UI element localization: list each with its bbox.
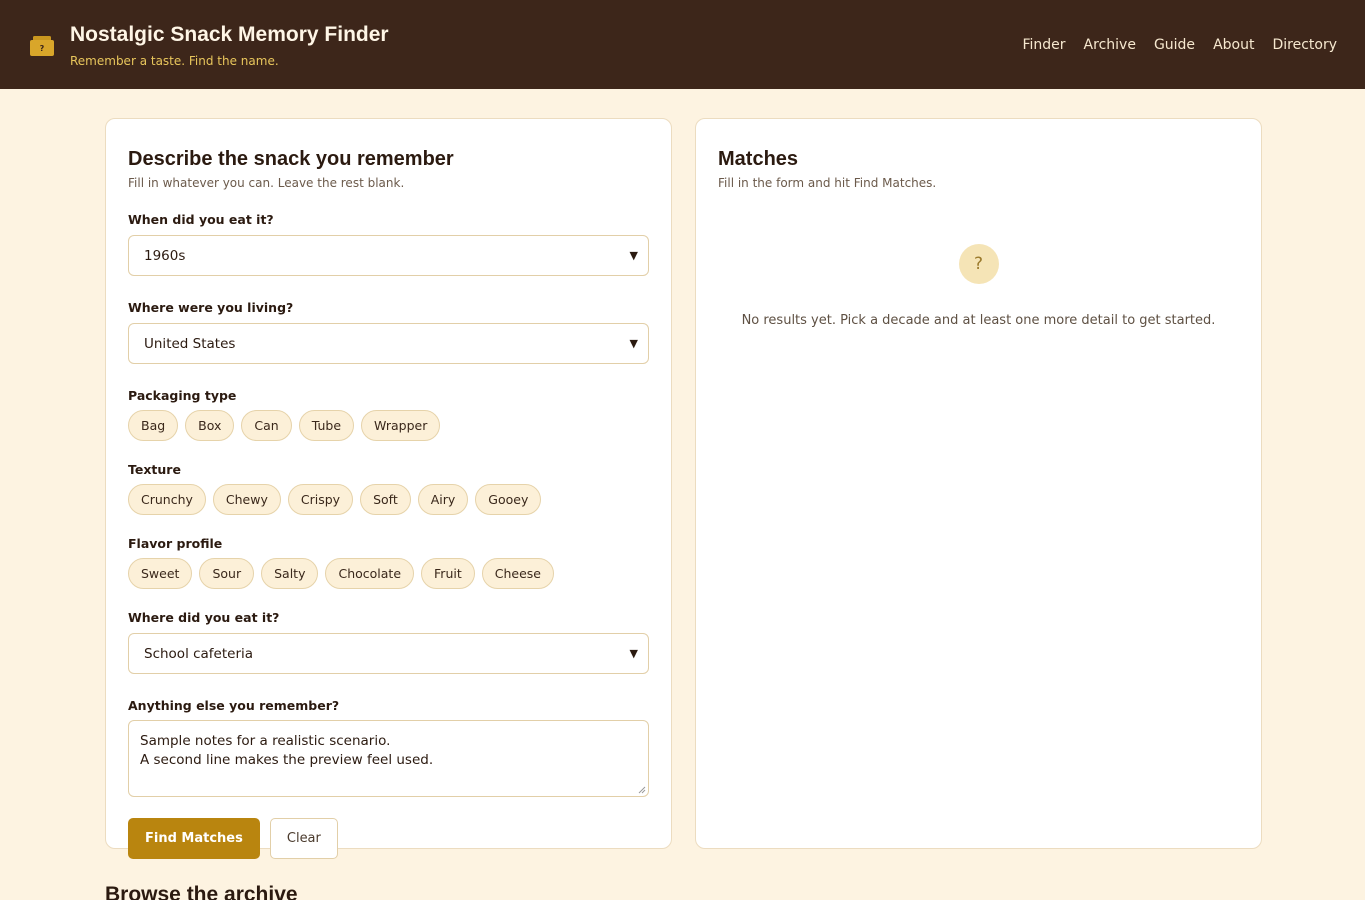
snack-box-icon: ? <box>30 35 54 56</box>
location-select[interactable]: United States ▼ <box>128 323 649 364</box>
matches-subtitle: Fill in the form and hit Find Matches. <box>718 176 937 190</box>
find-matches-button[interactable]: Find Matches <box>128 818 260 859</box>
app-title: Nostalgic Snack Memory Finder <box>70 22 389 46</box>
nav-archive[interactable]: Archive <box>1084 37 1136 53</box>
resize-handle-icon[interactable] <box>638 786 646 794</box>
chip-airy[interactable]: Airy <box>417 484 469 515</box>
chip-chocolate[interactable]: Chocolate <box>325 558 415 589</box>
main-nav: Finder Archive Guide About Directory <box>1022 37 1337 53</box>
form-title: Describe the snack you remember <box>128 148 454 170</box>
texture-label: Texture <box>128 462 181 477</box>
chip-box[interactable]: Box <box>185 410 235 441</box>
chip-sour[interactable]: Sour <box>199 558 255 589</box>
chip-bag[interactable]: Bag <box>128 410 179 441</box>
chip-gooey[interactable]: Gooey <box>475 484 542 515</box>
chip-soft[interactable]: Soft <box>360 484 411 515</box>
main-content: Describe the snack you remember Fill in … <box>105 118 1262 859</box>
chip-fruit[interactable]: Fruit <box>421 558 475 589</box>
texture-group: Texture Crunchy Chewy Crispy Soft Airy G… <box>128 462 649 515</box>
packaging-group: Packaging type Bag Box Can Tube Wrapper <box>128 388 649 441</box>
nav-guide[interactable]: Guide <box>1154 37 1195 53</box>
nav-finder[interactable]: Finder <box>1022 37 1065 53</box>
empty-state-text: No results yet. Pick a decade and at lea… <box>741 313 1216 328</box>
flavor-label: Flavor profile <box>128 536 223 551</box>
clear-button[interactable]: Clear <box>269 818 338 859</box>
chip-crispy[interactable]: Crispy <box>287 484 354 515</box>
packaging-chips: Bag Box Can Tube Wrapper <box>128 410 649 441</box>
place-label: Where did you eat it? <box>128 610 280 625</box>
app-tagline: Remember a taste. Find the name. <box>70 53 279 68</box>
question-mark-icon: ? <box>958 244 999 284</box>
chip-can[interactable]: Can <box>241 410 292 441</box>
flavor-group: Flavor profile Sweet Sour Salty Chocolat… <box>128 536 649 589</box>
decade-group: When did you eat it? 1960s ▼ <box>128 212 649 276</box>
packaging-label: Packaging type <box>128 388 237 403</box>
chevron-down-icon: ▼ <box>629 337 638 350</box>
chip-crunchy[interactable]: Crunchy <box>128 484 206 515</box>
decade-value: 1960s <box>144 247 186 264</box>
notes-line-2: A second line makes the preview feel use… <box>140 752 434 768</box>
chip-salty[interactable]: Salty <box>261 558 319 589</box>
archive-heading: Browse the archive <box>105 883 298 900</box>
chip-sweet[interactable]: Sweet <box>128 558 193 589</box>
texture-chips: Crunchy Chewy Crispy Soft Airy Gooey <box>128 484 649 515</box>
location-value: United States <box>144 335 236 352</box>
nav-about[interactable]: About <box>1213 37 1254 53</box>
chevron-down-icon: ▼ <box>629 647 638 660</box>
location-group: Where were you living? United States ▼ <box>128 300 649 364</box>
chip-chewy[interactable]: Chewy <box>212 484 281 515</box>
empty-state: ? No results yet. Pick a decade and at l… <box>718 244 1239 328</box>
form-actions: Find Matches Clear <box>128 818 649 859</box>
location-label: Where were you living? <box>128 300 294 315</box>
nav-directory[interactable]: Directory <box>1272 37 1337 53</box>
notes-group: Anything else you remember? Sample notes… <box>128 698 649 797</box>
chip-tube[interactable]: Tube <box>298 410 355 441</box>
chevron-down-icon: ▼ <box>629 249 638 262</box>
decade-select[interactable]: 1960s ▼ <box>128 235 649 276</box>
form-subtitle: Fill in whatever you can. Leave the rest… <box>128 176 405 190</box>
place-value: School cafeteria <box>144 645 254 662</box>
notes-textarea[interactable]: Sample notes for a realistic scenario. A… <box>128 720 649 797</box>
logo-mark: ? <box>40 44 45 53</box>
place-select[interactable]: School cafeteria ▼ <box>128 633 649 674</box>
chip-cheese[interactable]: Cheese <box>481 558 554 589</box>
snack-form-card: Describe the snack you remember Fill in … <box>105 118 672 859</box>
notes-line-1: Sample notes for a realistic scenario. <box>140 733 391 749</box>
notes-label: Anything else you remember? <box>128 698 340 713</box>
matches-title: Matches <box>718 148 799 170</box>
place-group: Where did you eat it? School cafeteria ▼ <box>128 610 649 674</box>
chip-wrapper[interactable]: Wrapper <box>361 410 441 441</box>
matches-card: Matches Fill in the form and hit Find Ma… <box>695 118 1262 849</box>
app-header: ? Nostalgic Snack Memory Finder Remember… <box>0 0 1365 89</box>
brand: Nostalgic Snack Memory Finder Remember a… <box>70 22 389 68</box>
decade-label: When did you eat it? <box>128 212 274 227</box>
flavor-chips: Sweet Sour Salty Chocolate Fruit Cheese <box>128 558 649 589</box>
